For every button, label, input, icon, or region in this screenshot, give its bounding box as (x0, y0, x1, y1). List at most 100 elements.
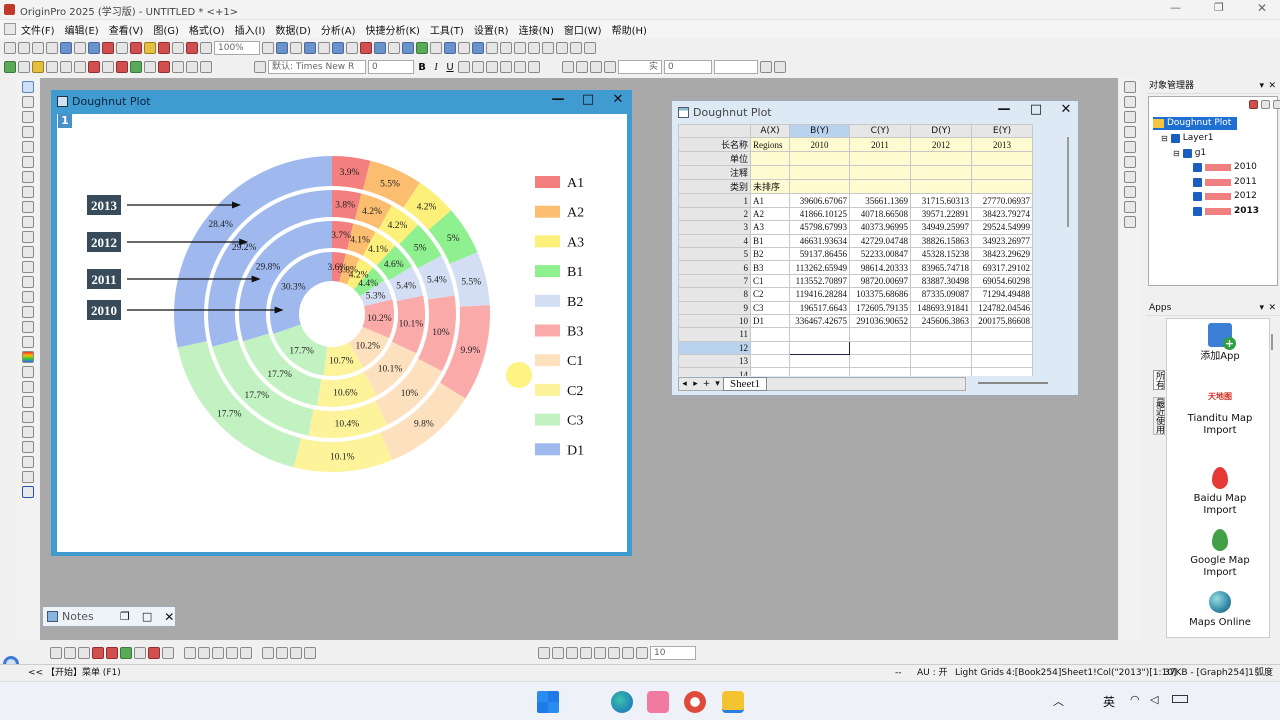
meta-row-label[interactable]: 类别 (678, 179, 751, 195)
column-plot-icon[interactable] (92, 647, 104, 659)
line-tool-icon[interactable] (22, 261, 34, 273)
legend-swatch-B2[interactable] (535, 294, 560, 307)
learning-center-icon[interactable] (416, 42, 428, 54)
status-grids[interactable]: Light Grids (955, 665, 1004, 681)
pointer-icon[interactable] (4, 61, 16, 73)
workbook-maximize-button[interactable]: □ (1024, 102, 1048, 117)
image-tool-icon[interactable] (22, 456, 34, 468)
legend-swatch-C3[interactable] (535, 413, 560, 426)
meta-cell[interactable] (971, 179, 1033, 195)
line-combo[interactable] (714, 60, 758, 74)
row-header[interactable]: 10 (678, 313, 751, 329)
tree-sort-icon[interactable] (1261, 100, 1270, 109)
table-cell[interactable]: 31715.60313 (910, 193, 972, 208)
align-right-icon[interactable] (556, 42, 568, 54)
table-cell[interactable]: 245606.3863 (910, 313, 972, 329)
distribute-icon[interactable] (276, 647, 288, 659)
tab-menu-button[interactable]: ▾ (712, 379, 723, 389)
menu-insert[interactable]: 插入(I) (230, 22, 271, 37)
table-cell[interactable]: B3 (750, 260, 790, 275)
datetime-tool-icon[interactable] (22, 381, 34, 393)
multi-panel-icon[interactable] (212, 647, 224, 659)
column-x-icon[interactable] (458, 42, 470, 54)
table-cell[interactable]: A2 (750, 206, 790, 222)
restore-app-button[interactable]: ❐ (1214, 1, 1224, 14)
origin-taskbar-icon[interactable] (684, 691, 706, 713)
results-log-icon[interactable] (332, 42, 344, 54)
highlight-icon[interactable] (32, 61, 44, 73)
line-color-icon[interactable] (576, 61, 588, 73)
merge-icon[interactable] (158, 61, 170, 73)
workbook-window[interactable]: Doughnut Plot — □ ✕ A(X) B(Y) C(Y) D(Y) … (671, 100, 1079, 396)
rotate-icon[interactable] (500, 42, 512, 54)
table-cell[interactable]: 148693.91841 (910, 300, 972, 315)
pointer-tool-icon[interactable] (22, 81, 34, 93)
forward-icon[interactable] (566, 647, 578, 659)
table-cell[interactable]: 113262.65949 (789, 260, 850, 275)
menu-data[interactable]: 数据(D) (270, 22, 316, 37)
column-header-a[interactable]: A(X) (750, 124, 790, 139)
new-window-icon[interactable] (360, 42, 372, 54)
notes-close-button[interactable]: ✕ (164, 610, 174, 624)
table-cell[interactable] (849, 340, 911, 356)
tree-item-plot-2013[interactable]: 2013 (1193, 205, 1259, 218)
plot-checkbox[interactable] (1193, 207, 1202, 216)
tree-delete-icon[interactable] (1249, 100, 1258, 109)
table-cell[interactable]: 46631.93634 (789, 233, 850, 248)
print-icon[interactable] (262, 42, 274, 54)
table-cell[interactable]: 45328.15238 (910, 246, 972, 262)
minimize-app-button[interactable]: — (1170, 1, 1181, 14)
regional-mask-icon[interactable] (102, 61, 114, 73)
text-tool-icon[interactable] (254, 61, 266, 73)
new-matrix-icon[interactable] (46, 42, 58, 54)
table-cell[interactable] (910, 367, 972, 376)
legend-label[interactable]: C3 (567, 414, 583, 429)
table-cell[interactable]: 40373.96995 (849, 220, 911, 235)
table-cell[interactable] (971, 340, 1033, 356)
dock-icon-7[interactable] (1124, 171, 1136, 183)
table-cell[interactable]: 69317.29102 (971, 260, 1033, 275)
table-cell[interactable] (789, 327, 850, 342)
app-maps-online[interactable]: Maps Online (1187, 591, 1253, 629)
table-cell[interactable]: 69054.60298 (971, 273, 1033, 289)
mask-icon[interactable] (88, 61, 100, 73)
tab-next-button[interactable]: ▸ (690, 379, 701, 389)
wifi-icon[interactable]: ◠ (1130, 693, 1140, 706)
table-cell[interactable]: B2 (750, 246, 790, 262)
row-header[interactable]: 11 (678, 327, 751, 342)
save-project-icon[interactable] (158, 42, 170, 54)
script-tool-icon[interactable] (22, 441, 34, 453)
table-cell[interactable]: 103375.68686 (849, 287, 911, 302)
graph-window[interactable]: Doughnut Plot — □ ✕ 3.6% 3.8% 4.2% 4.4% 5.3%… (51, 90, 632, 556)
legend-label[interactable]: A1 (567, 176, 584, 191)
workbook-minimize-button[interactable]: — (992, 102, 1016, 117)
row-header[interactable]: 12 (678, 340, 751, 356)
tab-first-button[interactable]: ◂ (679, 379, 690, 389)
meta-cell[interactable] (910, 151, 972, 167)
refresh-icon[interactable] (276, 42, 288, 54)
new-function-icon[interactable] (60, 42, 72, 54)
table-tool-icon[interactable] (22, 411, 34, 423)
notes-restore-button[interactable]: ❐ (120, 610, 130, 623)
column-header-d[interactable]: D(Y) (910, 124, 972, 139)
table-cell[interactable]: C2 (750, 287, 790, 302)
curve-tool-icon[interactable] (22, 246, 34, 258)
tree-item-plot-2012[interactable]: 2012 (1193, 190, 1257, 203)
grid-icon[interactable] (760, 61, 772, 73)
stat-plot-icon[interactable] (148, 647, 160, 659)
table-cell[interactable]: C3 (750, 300, 790, 315)
notes-maximize-button[interactable]: □ (142, 610, 152, 623)
bar-plot-icon[interactable] (106, 647, 118, 659)
table-cell[interactable] (910, 354, 972, 369)
font-grow-icon[interactable] (500, 61, 512, 73)
back-icon[interactable] (552, 647, 564, 659)
front-icon[interactable] (538, 647, 550, 659)
apps-list[interactable]: + 添加App 天地图 Tianditu Map Import Baidu Ma… (1166, 318, 1270, 638)
table-cell[interactable]: 41866.10125 (789, 206, 850, 222)
table-cell[interactable] (750, 327, 790, 342)
menu-help[interactable]: 帮助(H) (607, 22, 652, 37)
apps-gallery-icon[interactable] (402, 42, 414, 54)
object-tree[interactable]: Doughnut Plot ⊟ Layer1 ⊟ g1 2010 2011 20… (1148, 96, 1280, 286)
table-cell[interactable]: 83965.74718 (910, 260, 972, 275)
table-cell[interactable] (789, 367, 850, 376)
